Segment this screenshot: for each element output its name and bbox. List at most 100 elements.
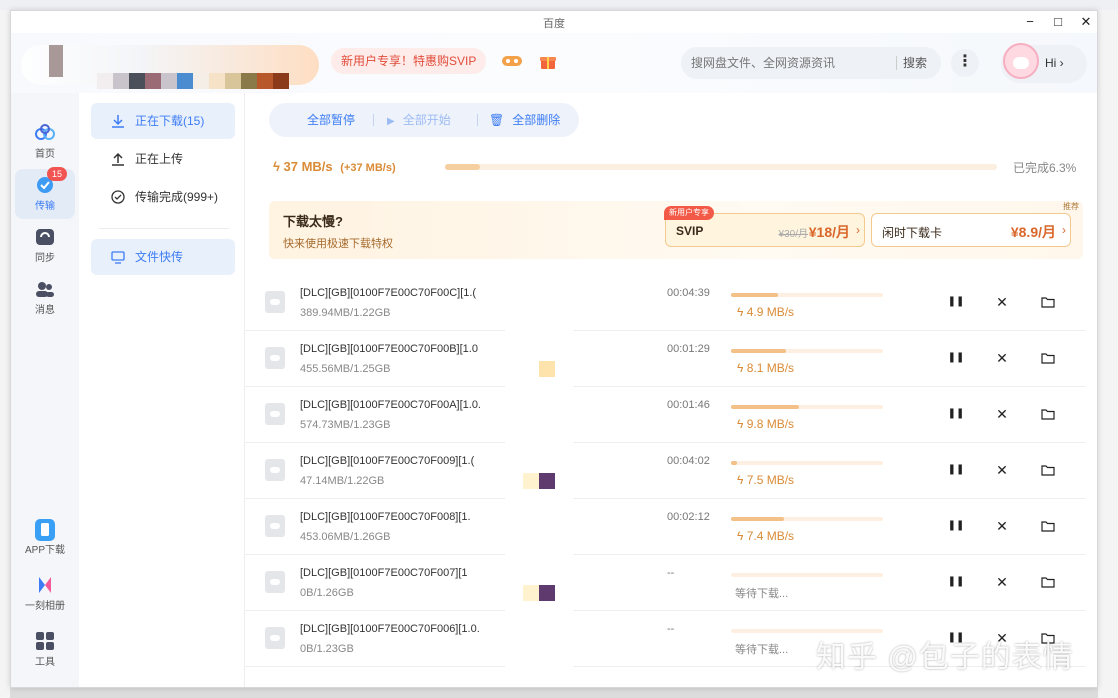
download-row[interactable]: [DLC][GB][0100F7E00C70F00A][1.0. 574.73MB… [245,387,1085,443]
time-remaining: 00:04:39 [667,287,710,299]
transfer-toolbar: 全部暂停 ▶ 全部开始 🗑 全部删除 [269,103,579,137]
open-folder-button[interactable] [1037,403,1059,425]
download-row[interactable]: [DLC][GB][0100F7E00C70F007][1 0B/1.26GB --… [245,555,1085,611]
open-folder-button[interactable] [1037,571,1059,593]
remove-button[interactable]: ✕ [991,515,1013,537]
row-progress-fill [731,405,800,409]
pause-button[interactable]: ❚❚ [945,515,967,537]
delete-all-button[interactable]: 🗑 全部删除 [489,103,560,137]
remove-button[interactable]: ✕ [991,291,1013,313]
nav-label-tools: 工具 [35,657,55,668]
avatar[interactable] [1003,43,1039,79]
idle-card-name: 闲时下载卡 [882,226,943,240]
transfer-badge: 15 [47,167,67,181]
open-folder-button[interactable] [1037,515,1059,537]
row-progress-bar [731,349,883,353]
file-size: 455.56MB/1.25GB [300,363,391,375]
speed-summary: ϟ 37 MB/s (+37 MB/s) 已完成6.3% [269,155,1089,179]
nav-item-app-download[interactable]: APP下载 [15,513,75,563]
nav-item-album[interactable]: 一刻相册 [15,569,75,619]
idle-download-card[interactable]: 闲时下载卡 ¥8.9/月 › [871,213,1071,247]
pause-button[interactable]: ❚❚ [945,459,967,481]
main-nav: 首页 15 传输 同步 消息 APP下载 一刻相册 工具 [11,93,79,687]
download-row[interactable]: [DLC][GB][0100F7E00C70F00B][1.0 455.56MB/… [245,331,1085,387]
start-all-label: 全部开始 [402,113,451,127]
remove-button[interactable]: ✕ [991,571,1013,593]
folder-icon [1041,297,1055,308]
maximize-button[interactable]: □ [1047,13,1069,31]
nav-item-home[interactable]: 首页 [15,117,75,167]
game-controller-icon[interactable] [501,53,522,69]
pause-button[interactable]: ❚❚ [945,403,967,425]
more-menu-button[interactable]: ⋮ [951,49,979,77]
lightning-icon: ϟ [737,417,747,431]
search-divider [896,56,897,70]
search-input[interactable] [691,47,891,79]
file-icon [265,627,285,649]
download-row[interactable]: [DLC][GB][0100F7E00C70F009][1.(47.14MB/1… [245,443,1085,499]
mask-pixel [539,473,555,489]
transfer-subnav: 正在下载(15) 正在上传 传输完成(999+) 文件快传 [79,93,245,687]
row-waiting: 等待下载... [735,644,789,656]
nav-item-tools[interactable]: 工具 [15,625,75,675]
overall-progress-bar [445,164,997,170]
subnav-uploading[interactable]: 正在上传 [91,141,235,177]
pause-all-button[interactable]: 全部暂停 [307,103,355,137]
subnav-divider [99,228,229,229]
upload-icon [111,152,125,166]
close-button[interactable]: ✕ [1075,13,1097,31]
remove-button[interactable]: ✕ [991,459,1013,481]
nav-label-album: 一刻相册 [25,601,65,612]
row-progress-fill [731,293,779,297]
row-progress-bar [731,293,883,297]
tools-icon [34,631,56,651]
open-folder-button[interactable] [1037,459,1059,481]
nav-item-sync[interactable]: 同步 [15,221,75,271]
title-bar: 百度 − □ ✕ [11,11,1097,33]
watermark-text: 知乎 @包子的表情 [816,641,1074,674]
new-user-tag: 新用户专享 [664,206,714,220]
file-icon [265,571,285,593]
user-greeting[interactable]: Hi › [1045,56,1064,70]
svip-promo-button[interactable]: 新用户专享！特惠购SVIP [331,48,487,74]
mask-pixel [523,473,539,489]
remove-button[interactable]: ✕ [991,403,1013,425]
row-progress-bar [731,461,883,465]
desktop-background-right [1098,10,1118,698]
file-name: [DLC][GB][0100F7E00C70F00B][1.0 [300,343,478,355]
pixelated-username [97,73,289,89]
folder-icon [1041,577,1055,588]
file-icon [265,515,285,537]
download-row[interactable]: [DLC][GB][0100F7E00C70F00C][1.(389.94MB/… [245,275,1085,331]
subnav-quick-transfer[interactable]: 文件快传 [91,239,235,275]
play-icon: ▶ [387,116,395,127]
nav-item-transfer[interactable]: 15 传输 [15,167,75,219]
start-all-button[interactable]: ▶ 全部开始 [387,103,451,137]
gift-icon[interactable] [539,53,559,69]
user-menu[interactable]: Hi › [1001,43,1087,83]
nav-label-transfer: 传输 [35,201,55,212]
svip-offer-card[interactable]: 新用户专享 SVIP ¥30/月 ¥18/月 › [664,206,865,247]
scrollbar-thumb[interactable] [1097,301,1098,487]
open-folder-button[interactable] [1037,291,1059,313]
download-row[interactable]: [DLC][GB][0100F7E00C70F008][1. 453.06MB/1… [245,499,1085,555]
row-speed: ϟ 7.5 MB/s [737,473,794,487]
subnav-downloading[interactable]: 正在下载(15) [91,103,235,139]
remove-button[interactable]: ✕ [991,347,1013,369]
row-progress-fill [731,461,738,465]
row-progress-bar [731,405,883,409]
pixelated-logo [49,45,63,77]
sync-icon [34,227,56,247]
delete-all-label: 全部删除 [512,113,561,127]
pause-button[interactable]: ❚❚ [945,347,967,369]
file-size: 47.14MB/1.22GB [300,475,385,487]
open-folder-button[interactable] [1037,347,1059,369]
nav-item-message[interactable]: 消息 [15,273,75,323]
subnav-completed[interactable]: 传输完成(999+) [91,179,235,215]
row-progress-bar [731,573,883,577]
search-button[interactable]: 搜索 [903,47,927,79]
chevron-right-icon: › [856,223,860,237]
pause-button[interactable]: ❚❚ [945,571,967,593]
pause-button[interactable]: ❚❚ [945,291,967,313]
minimize-button[interactable]: − [1019,13,1041,31]
